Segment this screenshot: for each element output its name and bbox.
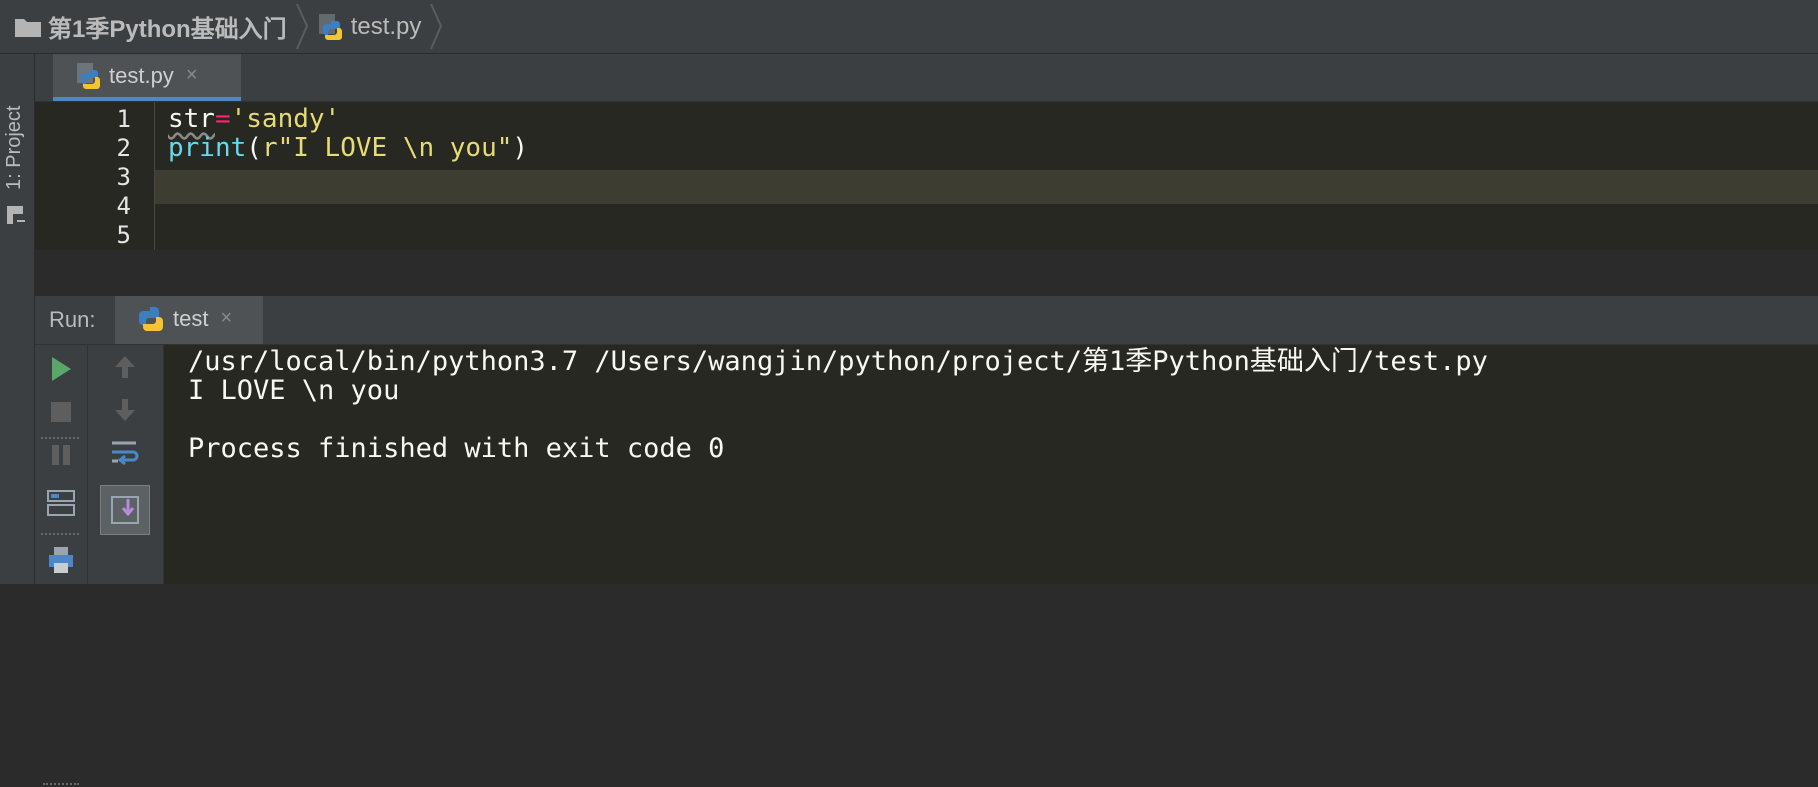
python-file-icon bbox=[77, 62, 100, 89]
run-tab-label: test bbox=[173, 305, 209, 331]
stop-button[interactable] bbox=[41, 392, 81, 432]
run-toolbar-secondary bbox=[88, 345, 164, 584]
navigation-bar: 第1季Python基础入门 test.py bbox=[0, 0, 1818, 54]
print-icon bbox=[49, 547, 73, 573]
project-structure-icon bbox=[7, 206, 25, 224]
soft-wrap-icon bbox=[112, 441, 139, 466]
code-token-paren: ( bbox=[246, 133, 262, 163]
breadcrumb-project-label: 第1季Python基础入门 bbox=[48, 16, 287, 43]
editor-status-gap bbox=[35, 250, 1818, 296]
breadcrumb-separator-icon bbox=[295, 3, 308, 50]
project-tool-tab[interactable]: 1: Project bbox=[0, 60, 34, 260]
print-button[interactable] bbox=[41, 540, 81, 580]
scroll-to-end-button[interactable] bbox=[100, 485, 150, 535]
close-tab-icon[interactable]: × bbox=[220, 307, 232, 330]
line-number: 5 bbox=[116, 221, 131, 249]
breadcrumb-separator-icon bbox=[430, 3, 443, 50]
run-panel-title: Run: bbox=[49, 307, 96, 332]
close-tab-icon[interactable]: × bbox=[186, 64, 198, 87]
breadcrumb-file-label: test.py bbox=[350, 12, 422, 40]
editor-tab-test-py[interactable]: test.py × bbox=[53, 54, 241, 101]
code-token-builtin: print bbox=[168, 133, 247, 163]
python-file-icon bbox=[318, 13, 342, 40]
down-arrow-icon bbox=[115, 399, 135, 421]
editor-tab-bar: test.py × bbox=[35, 54, 1818, 102]
run-toolbar-primary bbox=[35, 345, 88, 785]
breadcrumb-project[interactable]: 第1季Python基础入门 bbox=[0, 0, 287, 53]
code-token-identifier: str bbox=[168, 104, 215, 134]
python-run-config-icon bbox=[139, 306, 163, 331]
folder-icon bbox=[15, 18, 41, 37]
previous-occurrence-button[interactable] bbox=[105, 347, 145, 387]
run-panel-header: Run: test × bbox=[35, 296, 1818, 345]
up-arrow-icon bbox=[115, 356, 135, 378]
scroll-to-end-icon bbox=[111, 496, 139, 524]
left-tool-strip: 1: Project bbox=[0, 54, 35, 584]
code-token-string: r"I LOVE \n you" bbox=[261, 133, 513, 163]
toolbar-separator bbox=[41, 437, 79, 441]
next-occurrence-button[interactable] bbox=[105, 390, 145, 430]
run-console-output[interactable]: /usr/local/bin/python3.7 /Users/wangjin/… bbox=[164, 345, 1818, 584]
console-line: I LOVE \n you bbox=[188, 375, 400, 406]
layout-icon bbox=[47, 490, 75, 516]
line-number-gutter: 1 2 3 4 5 bbox=[35, 102, 155, 250]
code-token-operator: = bbox=[214, 104, 231, 134]
code-token-string: 'sandy' bbox=[230, 104, 341, 134]
editor-tab-label: test.py bbox=[109, 62, 174, 88]
layout-button[interactable] bbox=[41, 483, 81, 523]
run-tab-test[interactable]: test × bbox=[115, 296, 263, 344]
toolbar-separator bbox=[41, 533, 79, 537]
stop-icon bbox=[51, 402, 71, 422]
run-icon bbox=[52, 357, 71, 381]
rerun-button[interactable] bbox=[41, 349, 81, 389]
current-line-highlight bbox=[35, 170, 1818, 204]
code-token-paren: ) bbox=[512, 133, 529, 163]
soft-wrap-button[interactable] bbox=[105, 433, 145, 473]
project-tool-tab-label: 1: Project bbox=[3, 105, 25, 190]
code-line-2: print(r"I LOVE \n you") bbox=[168, 131, 528, 165]
code-editor[interactable]: 1 2 3 4 5 str='sandy' print(r"I LOVE \n … bbox=[35, 102, 1818, 250]
console-line: Process finished with exit code 0 bbox=[188, 433, 725, 464]
breadcrumb-file[interactable]: test.py bbox=[317, 0, 422, 53]
